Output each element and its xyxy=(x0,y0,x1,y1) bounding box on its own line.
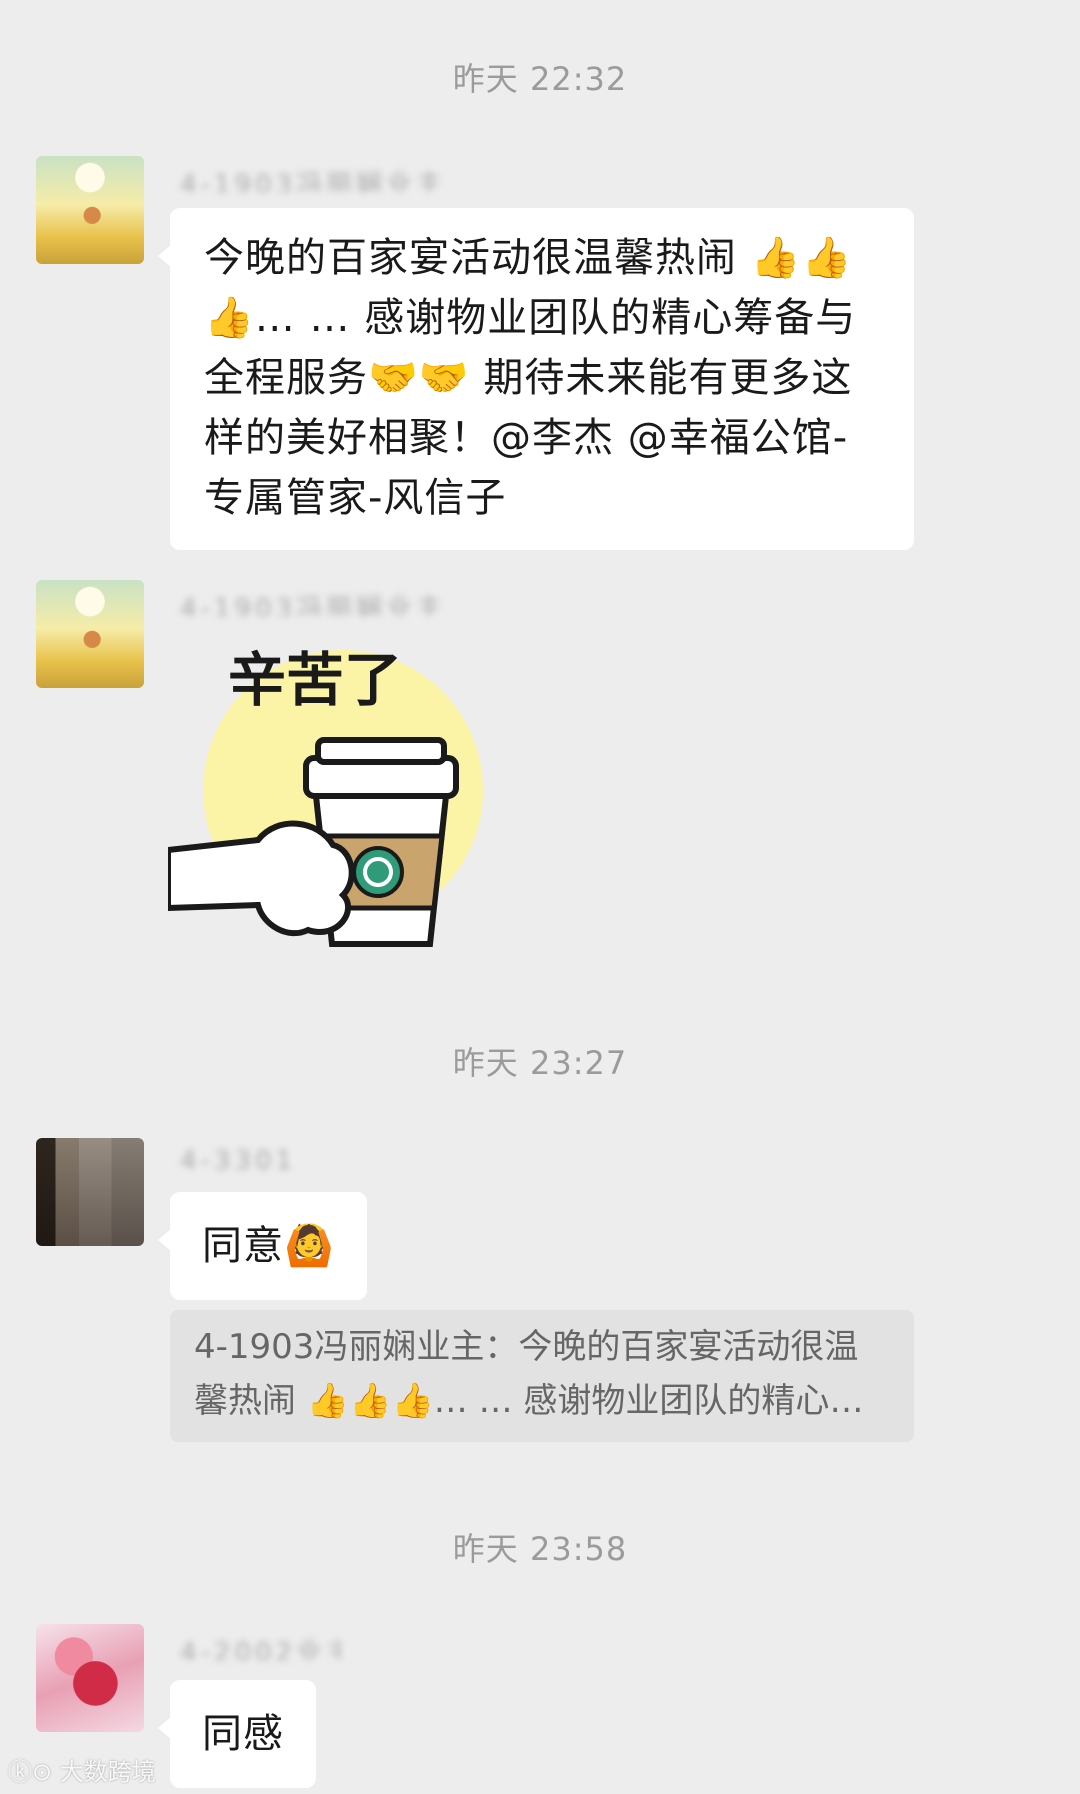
timestamp: 昨天 23:58 xyxy=(452,1530,628,1568)
timestamp: 昨天 23:27 xyxy=(452,1044,628,1082)
avatar[interactable] xyxy=(36,1138,144,1246)
watermark: ⓚ⊙ 大数跨境 xyxy=(8,1752,156,1787)
avatar[interactable] xyxy=(36,1624,144,1732)
cup-logo-icon xyxy=(352,846,404,898)
sticker-text: 辛苦了 xyxy=(228,646,402,714)
watermark-text: 大数跨境 xyxy=(59,1758,156,1786)
sender-name: 4-1903冯丽娴业主 xyxy=(180,594,447,616)
message-bubble[interactable]: 同意🙆 xyxy=(158,1192,367,1300)
quoted-message[interactable]: 4-1903冯丽娴业主：今晚的百家宴活动很温馨热闹 👍👍👍… … 感谢物业团队的… xyxy=(170,1310,914,1442)
avatar[interactable] xyxy=(36,580,144,688)
timestamp: 昨天 22:32 xyxy=(452,60,628,98)
sender-name: 4-3301 xyxy=(180,1146,290,1174)
sender-name: 4-1903冯丽娴业主 xyxy=(180,170,447,192)
sender-name: 4-2002业主 xyxy=(180,1638,340,1660)
watermark-logo-icon: ⓚ⊙ xyxy=(8,1758,60,1786)
message-text: 同意🙆 xyxy=(202,1223,335,1269)
message-text: 今晚的百家宴活动很温馨热闹 👍👍👍… … 感谢物业团队的精心筹备与全程服务🤝🤝 … xyxy=(204,235,857,521)
hand-icon xyxy=(168,820,355,937)
avatar[interactable] xyxy=(36,156,144,264)
chat-screen: 昨天 22:32 4-1903冯丽娴业主 今晚的百家宴活动很温馨热闹 👍👍👍… … xyxy=(0,0,1080,1794)
quoted-text: 4-1903冯丽娴业主：今晚的百家宴活动很温馨热闹 👍👍👍… … 感谢物业团队的… xyxy=(194,1327,864,1421)
message-bubble[interactable]: 同感 xyxy=(158,1680,316,1788)
message-bubble[interactable]: 今晚的百家宴活动很温馨热闹 👍👍👍… … 感谢物业团队的精心筹备与全程服务🤝🤝 … xyxy=(158,208,914,550)
sticker-coffee[interactable]: 辛苦了 xyxy=(168,640,488,960)
message-text: 同感 xyxy=(202,1711,284,1757)
